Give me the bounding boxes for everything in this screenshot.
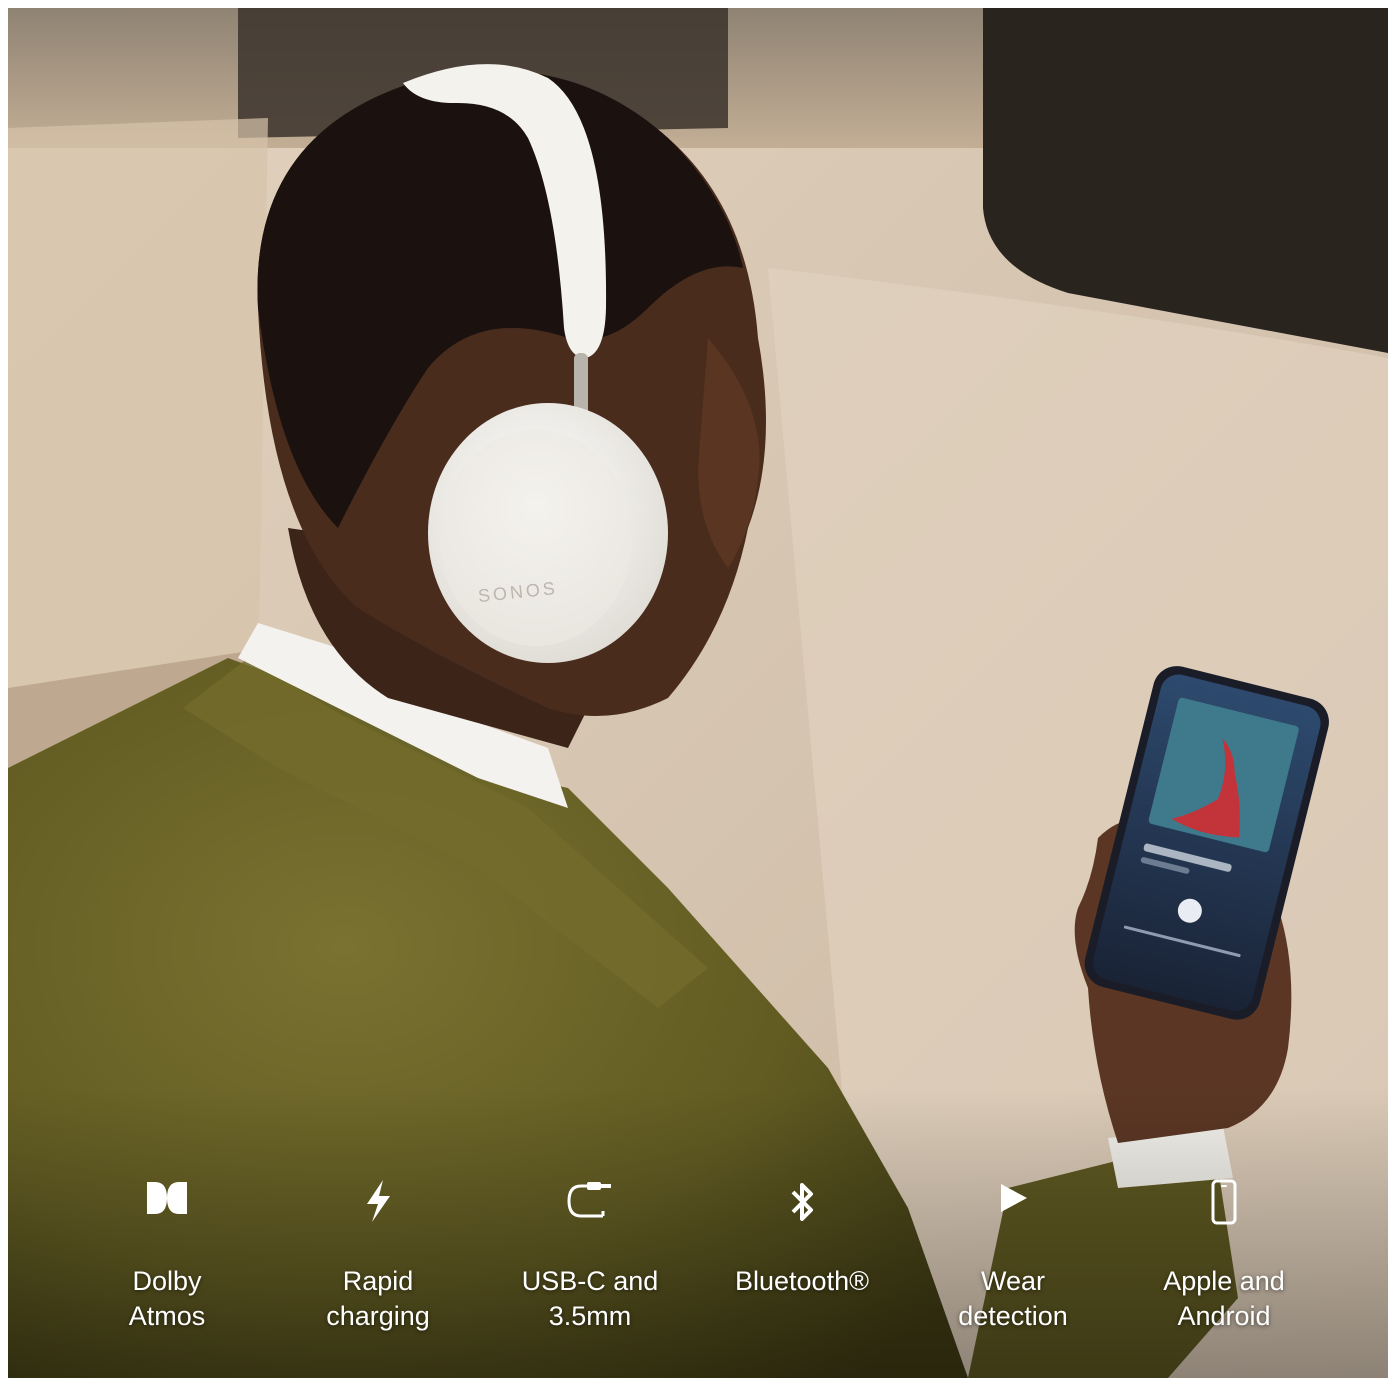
feature-rapid-charging: Rapid charging xyxy=(278,1178,478,1334)
feature-label: USB-C and 3.5mm xyxy=(521,1266,659,1331)
feature-label: Dolby Atmos xyxy=(128,1266,206,1331)
feature-label: Rapid charging xyxy=(326,1266,430,1331)
bluetooth-icon xyxy=(702,1178,902,1234)
usb-c-cable-icon xyxy=(490,1178,690,1234)
feature-list: Dolby Atmos Rapid charging USB-C and 3.5… xyxy=(8,1178,1388,1348)
lifestyle-photo: SONOS xyxy=(8,8,1388,1378)
product-image-frame: SONOS Dolby Atmos Rapid charging USB-C a… xyxy=(8,8,1388,1378)
feature-usb-c: USB-C and 3.5mm xyxy=(490,1178,690,1334)
feature-bluetooth: Bluetooth® xyxy=(702,1178,902,1299)
smartphone-icon xyxy=(1124,1178,1324,1234)
feature-label: Bluetooth® xyxy=(735,1266,869,1296)
dolby-atmos-icon xyxy=(67,1178,267,1234)
play-triangle-icon xyxy=(913,1178,1113,1234)
feature-dolby-atmos: Dolby Atmos xyxy=(67,1178,267,1334)
feature-wear-detection: Wear detection xyxy=(913,1178,1113,1334)
feature-label: Wear detection xyxy=(958,1266,1068,1331)
feature-apple-android: Apple and Android xyxy=(1124,1178,1324,1334)
feature-label: Apple and Android xyxy=(1163,1266,1285,1331)
lightning-bolt-icon xyxy=(278,1178,478,1234)
